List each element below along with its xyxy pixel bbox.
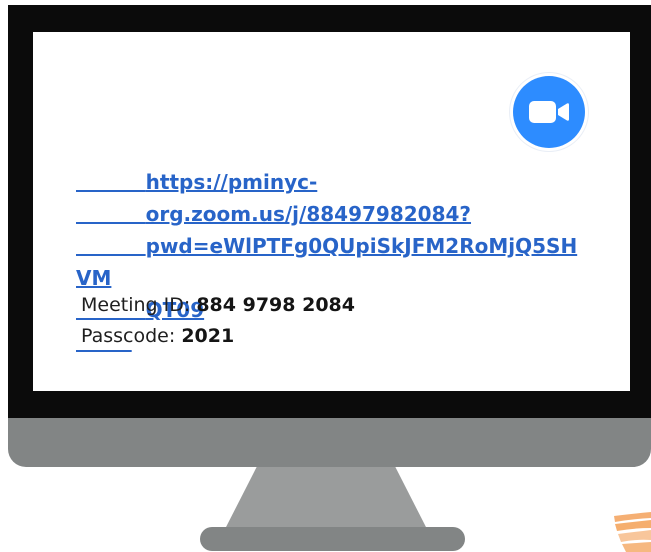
monitor-stand-base — [200, 527, 465, 551]
monitor-bezel: https://pminyc- org.zoom.us/j/8849798208… — [8, 5, 651, 418]
passcode-value: 2021 — [181, 325, 235, 347]
passcode-row: Passcode: 2021 — [81, 321, 355, 352]
monitor-stand-neck — [224, 467, 428, 531]
stage: https://pminyc- org.zoom.us/j/8849798208… — [0, 0, 651, 552]
meeting-details: Meeting ID: 884 9798 2084 Passcode: 2021 — [81, 290, 355, 352]
video-camera-icon — [529, 101, 569, 123]
meeting-id-row: Meeting ID: 884 9798 2084 — [81, 290, 355, 321]
monitor: https://pminyc- org.zoom.us/j/8849798208… — [8, 5, 651, 467]
monitor-screen: https://pminyc- org.zoom.us/j/8849798208… — [33, 32, 630, 391]
meeting-link-line-2[interactable]: org.zoom.us/j/88497982084? — [146, 202, 471, 226]
passcode-label: Passcode: — [81, 325, 176, 347]
meeting-link-line-1[interactable]: https://pminyc- — [146, 170, 318, 194]
meeting-id-value: 884 9798 2084 — [196, 294, 355, 316]
brush-stroke-icon — [614, 512, 651, 552]
meeting-id-label: Meeting ID: — [81, 294, 191, 316]
meeting-link-line-3[interactable]: pwd=eWlPTFg0QUpiSkJFM2RoMjQ5SHVM — [76, 234, 577, 290]
